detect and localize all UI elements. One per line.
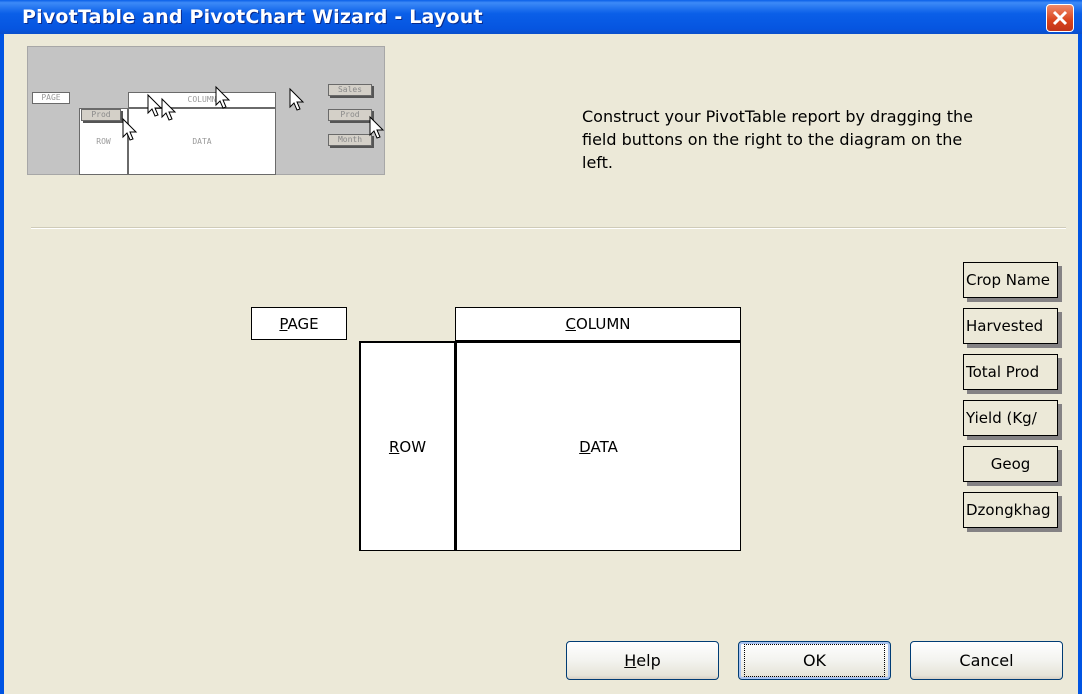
data-drop-zone[interactable]: DATA — [455, 341, 741, 551]
ok-button[interactable]: OK — [738, 641, 891, 680]
help-button-label: Help — [624, 651, 661, 670]
row-zone-label: ROW — [388, 437, 427, 456]
title-bar[interactable]: PivotTable and PivotChart Wizard - Layou… — [0, 0, 1082, 34]
close-button[interactable] — [1046, 4, 1074, 32]
window-frame — [1078, 34, 1082, 694]
page-drop-zone[interactable]: PAGE — [251, 307, 347, 340]
layout-preview-image: PAGE COLUMN ROW DATA Prod Sales Prod Mon… — [27, 46, 385, 175]
column-drop-zone[interactable]: COLUMN — [455, 307, 741, 341]
wizard-window: PivotTable and PivotChart Wizard - Layou… — [0, 0, 1082, 694]
ok-button-label: OK — [743, 644, 886, 677]
column-zone-label: COLUMN — [565, 315, 631, 333]
row-drop-zone[interactable]: ROW — [359, 341, 455, 551]
help-button[interactable]: Help — [566, 641, 719, 680]
field-button-geog[interactable]: Geog — [963, 446, 1058, 482]
field-button-crop-name[interactable]: Crop Name — [963, 262, 1058, 298]
window-title: PivotTable and PivotChart Wizard - Layou… — [22, 6, 483, 28]
field-button-total-prod[interactable]: Total Prod — [963, 354, 1058, 390]
cancel-button-label: Cancel — [959, 651, 1014, 670]
field-button-harvested[interactable]: Harvested — [963, 308, 1058, 344]
close-icon — [1052, 10, 1068, 26]
instructions-text: Construct your PivotTable report by drag… — [582, 107, 973, 172]
separator — [31, 227, 1066, 229]
field-button-yield[interactable]: Yield (Kg/ — [963, 400, 1058, 436]
cursor-arrows-icon — [122, 85, 385, 141]
cancel-button[interactable]: Cancel — [910, 641, 1063, 680]
page-zone-label: PAGE — [279, 314, 319, 333]
data-zone-label: DATA — [579, 437, 618, 456]
field-button-dzongkhag[interactable]: Dzongkhag — [963, 492, 1058, 528]
